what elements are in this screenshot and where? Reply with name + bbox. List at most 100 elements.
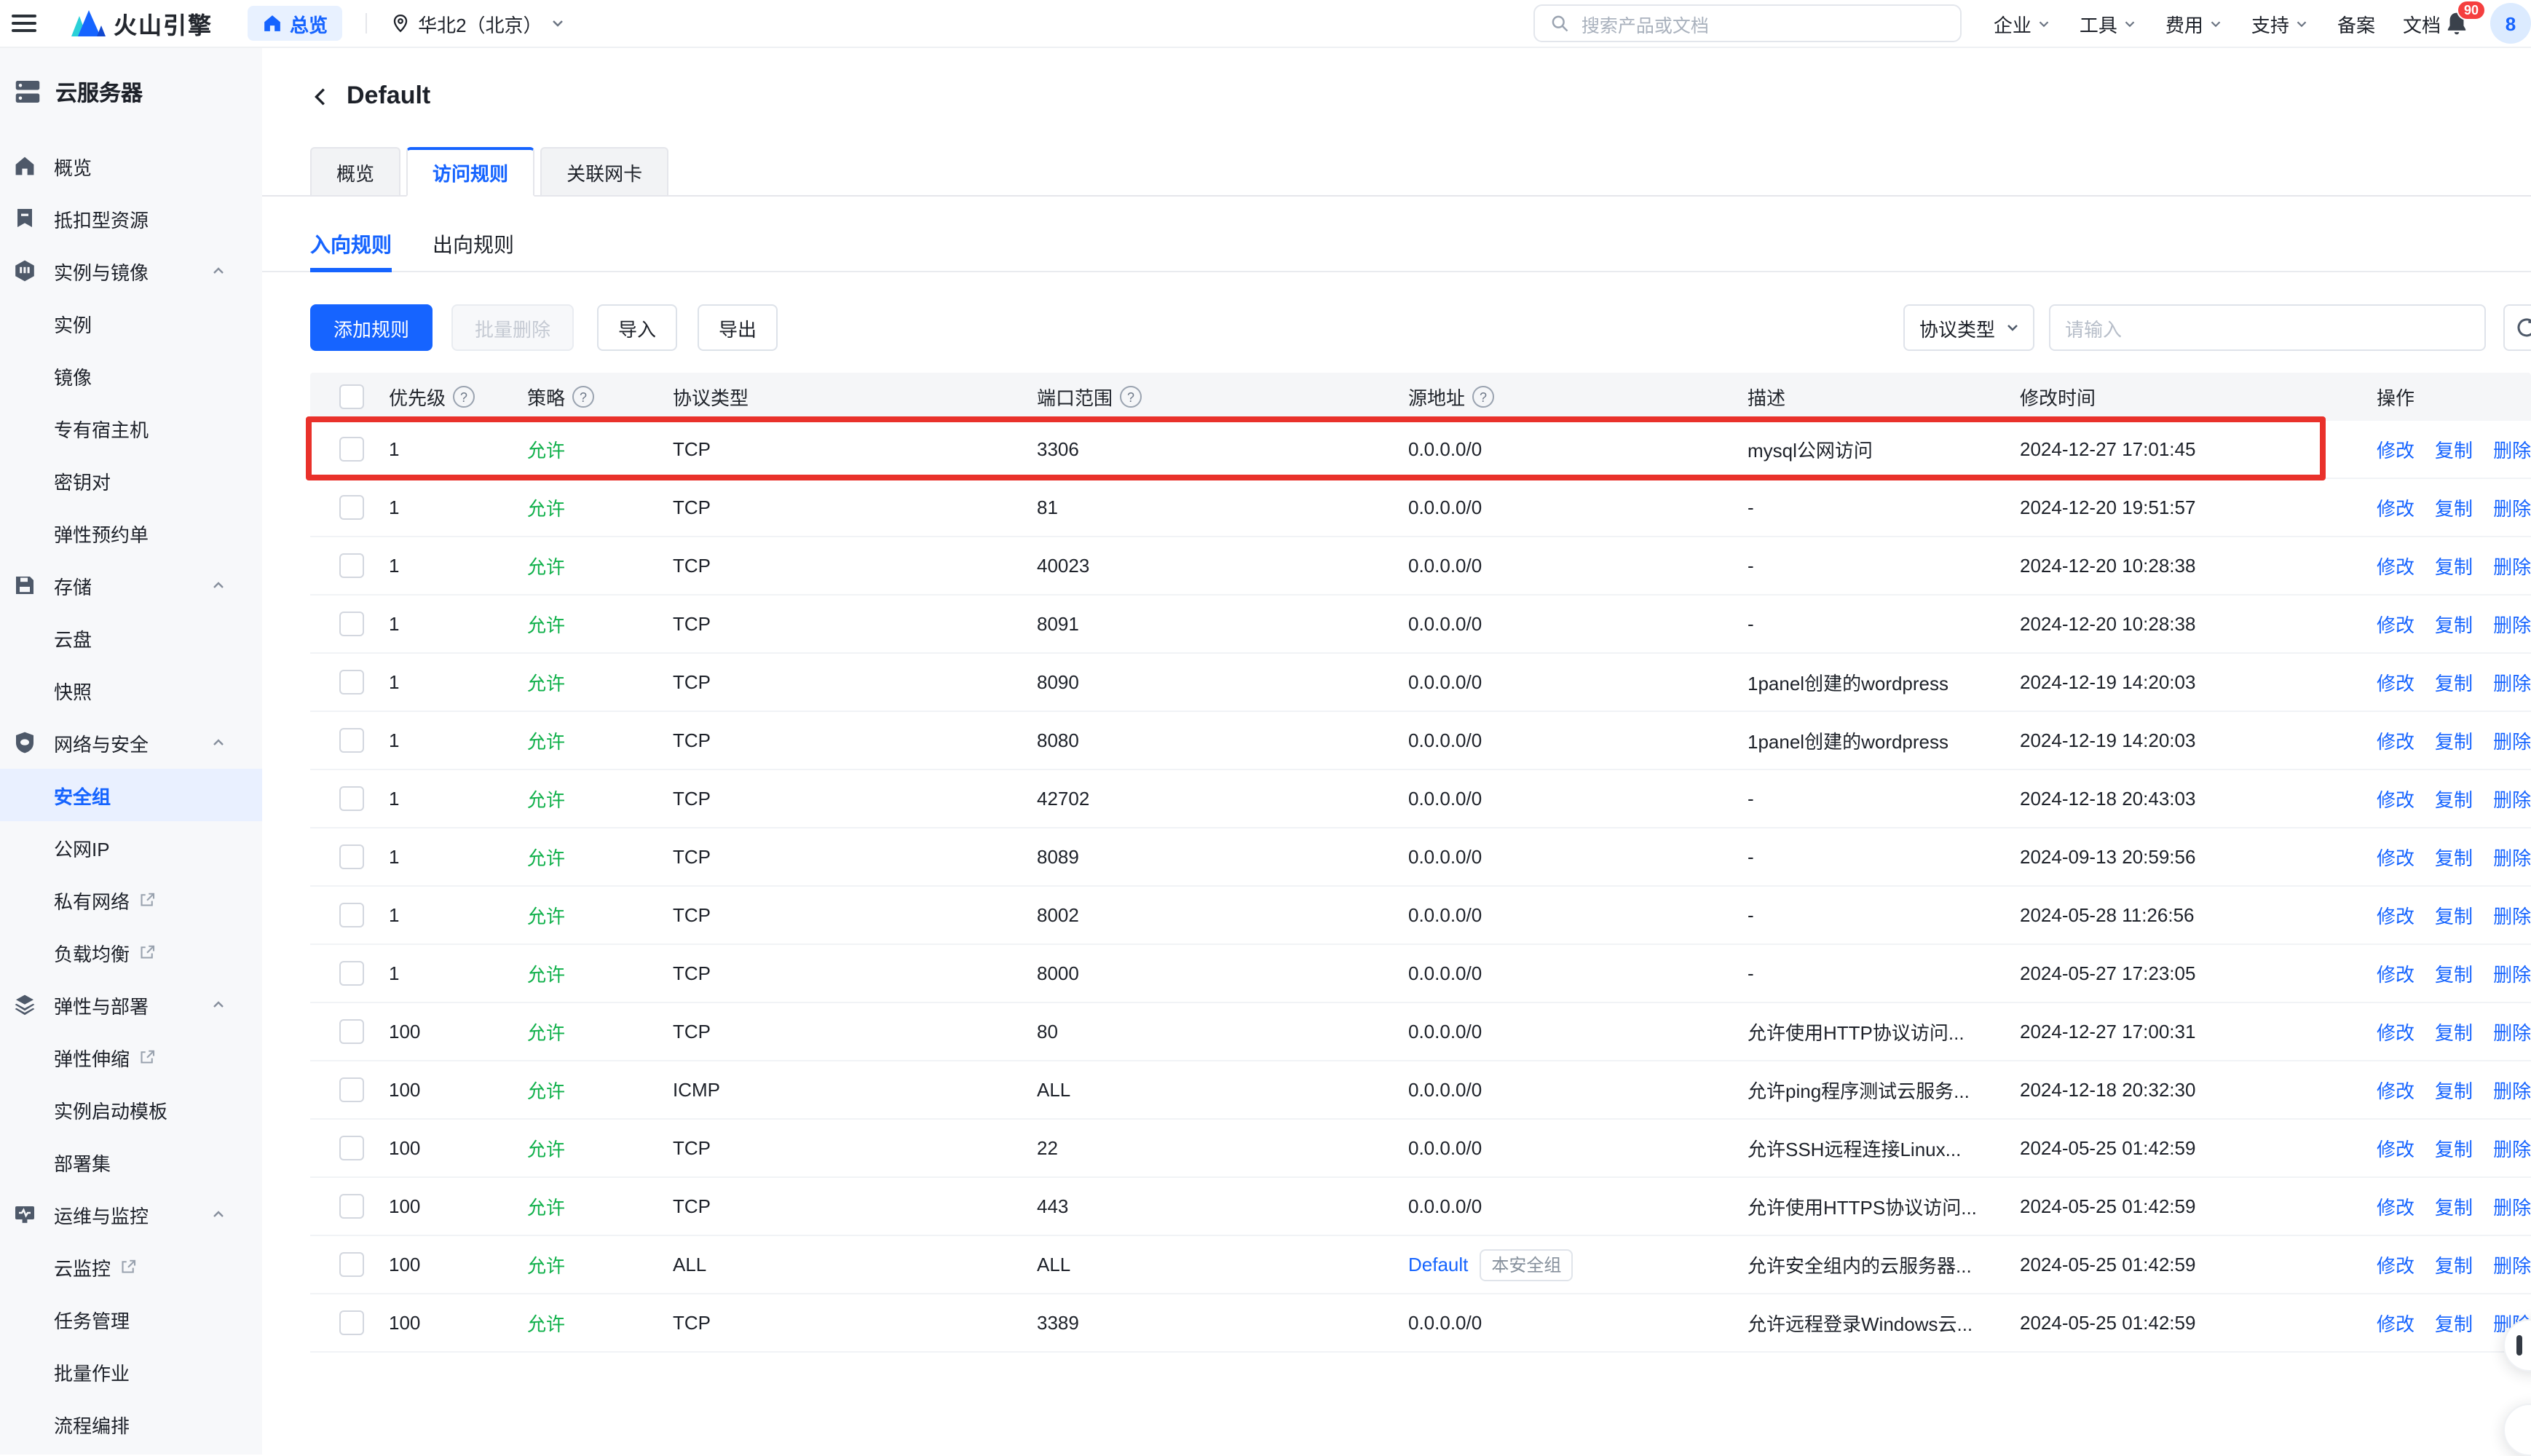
sidebar-item[interactable]: 概览 — [0, 140, 262, 192]
sidebar-item[interactable]: 私有网络 — [0, 874, 262, 926]
edit-link[interactable]: 修改 — [2377, 552, 2414, 579]
row-checkbox[interactable] — [339, 1252, 364, 1277]
copy-link[interactable]: 复制 — [2435, 1018, 2473, 1045]
sidebar-item[interactable]: 快照 — [0, 664, 262, 716]
sidebar-item[interactable]: 网络与安全 — [0, 716, 262, 769]
copy-link[interactable]: 复制 — [2435, 1134, 2473, 1162]
sidebar-item[interactable]: 部署集 — [0, 1136, 262, 1188]
refresh-button[interactable] — [2503, 304, 2531, 351]
import-button[interactable]: 导入 — [597, 304, 677, 351]
edit-link[interactable]: 修改 — [2377, 1134, 2414, 1162]
tab[interactable]: 概览 — [310, 147, 400, 197]
copy-link[interactable]: 复制 — [2435, 960, 2473, 987]
copy-link[interactable]: 复制 — [2435, 1309, 2473, 1337]
delete-link[interactable]: 删除 — [2493, 610, 2531, 638]
help-icon[interactable] — [1120, 386, 1142, 408]
row-checkbox[interactable] — [339, 495, 364, 520]
notifications-button[interactable]: 90 — [2444, 10, 2470, 36]
add-rule-button[interactable]: 添加规则 — [310, 304, 433, 351]
delete-link[interactable]: 删除 — [2493, 960, 2531, 987]
sidebar-item[interactable]: 运维与监控 — [0, 1188, 262, 1241]
sidebar-item[interactable]: 弹性伸缩 — [0, 1031, 262, 1083]
top-nav-item[interactable]: 企业 — [1994, 9, 2052, 37]
copy-link[interactable]: 复制 — [2435, 1251, 2473, 1278]
edit-link[interactable]: 修改 — [2377, 843, 2414, 871]
edit-link[interactable]: 修改 — [2377, 1192, 2414, 1220]
help-icon[interactable] — [1472, 386, 1494, 408]
row-checkbox[interactable] — [339, 1310, 364, 1335]
sidebar-item[interactable]: 负载均衡 — [0, 926, 262, 978]
edit-link[interactable]: 修改 — [2377, 435, 2414, 463]
sidebar-item[interactable]: 存储 — [0, 559, 262, 612]
copy-link[interactable]: 复制 — [2435, 435, 2473, 463]
sidebar-item[interactable]: 弹性与部署 — [0, 978, 262, 1031]
region-selector[interactable]: 华北2（北京） — [390, 9, 566, 37]
edit-link[interactable]: 修改 — [2377, 960, 2414, 987]
copy-link[interactable]: 复制 — [2435, 610, 2473, 638]
edit-link[interactable]: 修改 — [2377, 1309, 2414, 1337]
sidebar-item[interactable]: 实例 — [0, 297, 262, 349]
sidebar-item[interactable]: 批量作业 — [0, 1345, 262, 1398]
delete-link[interactable]: 删除 — [2493, 843, 2531, 871]
select-all-checkbox[interactable] — [339, 384, 364, 409]
edit-link[interactable]: 修改 — [2377, 785, 2414, 812]
hamburger-menu-icon[interactable] — [12, 14, 36, 33]
delete-link[interactable]: 删除 — [2493, 727, 2531, 754]
row-checkbox[interactable] — [339, 612, 364, 636]
sidebar-item[interactable]: 任务管理 — [0, 1293, 262, 1345]
sidebar-item[interactable]: 弹性预约单 — [0, 507, 262, 559]
row-checkbox[interactable] — [339, 437, 364, 462]
top-nav-item[interactable]: 费用 — [2165, 9, 2224, 37]
row-checkbox[interactable] — [339, 1136, 364, 1160]
edit-link[interactable]: 修改 — [2377, 494, 2414, 521]
global-search-input[interactable]: 搜索产品或文档 — [1533, 4, 1962, 42]
filter-input[interactable]: 请输入 — [2049, 304, 2486, 351]
batch-delete-button[interactable]: 批量删除 — [451, 304, 574, 351]
edit-link[interactable]: 修改 — [2377, 610, 2414, 638]
sidebar-item[interactable]: 流程编排 — [0, 1398, 262, 1450]
edit-link[interactable]: 修改 — [2377, 1018, 2414, 1045]
top-nav-item[interactable]: 文档 — [2403, 9, 2441, 37]
sidebar-item[interactable]: 云盘 — [0, 612, 262, 664]
top-nav-item[interactable]: 工具 — [2080, 9, 2138, 37]
delete-link[interactable]: 删除 — [2493, 901, 2531, 929]
row-checkbox[interactable] — [339, 728, 364, 753]
delete-link[interactable]: 删除 — [2493, 552, 2531, 579]
edit-link[interactable]: 修改 — [2377, 1251, 2414, 1278]
delete-link[interactable]: 删除 — [2493, 1018, 2531, 1045]
row-checkbox[interactable] — [339, 553, 364, 578]
row-checkbox[interactable] — [339, 903, 364, 927]
delete-link[interactable]: 删除 — [2493, 1192, 2531, 1220]
row-checkbox[interactable] — [339, 1194, 364, 1219]
row-checkbox[interactable] — [339, 961, 364, 986]
overview-button[interactable]: 总览 — [248, 6, 342, 41]
sidebar-item[interactable]: 专有宿主机 — [0, 402, 262, 454]
delete-link[interactable]: 删除 — [2493, 494, 2531, 521]
export-button[interactable]: 导出 — [698, 304, 778, 351]
edit-link[interactable]: 修改 — [2377, 727, 2414, 754]
copy-link[interactable]: 复制 — [2435, 552, 2473, 579]
sidebar-item[interactable]: 云监控 — [0, 1241, 262, 1293]
avatar[interactable]: 8 — [2490, 3, 2531, 44]
delete-link[interactable]: 删除 — [2493, 435, 2531, 463]
edit-link[interactable]: 修改 — [2377, 901, 2414, 929]
delete-link[interactable]: 删除 — [2493, 785, 2531, 812]
copy-link[interactable]: 复制 — [2435, 494, 2473, 521]
copy-link[interactable]: 复制 — [2435, 1076, 2473, 1104]
help-icon[interactable] — [572, 386, 594, 408]
row-checkbox[interactable] — [339, 1019, 364, 1044]
direction-tab[interactable]: 入向规则 — [310, 217, 392, 272]
sidebar-item[interactable]: 镜像 — [0, 349, 262, 402]
copy-link[interactable]: 复制 — [2435, 785, 2473, 812]
copy-link[interactable]: 复制 — [2435, 727, 2473, 754]
edit-link[interactable]: 修改 — [2377, 668, 2414, 696]
tab[interactable]: 访问规则 — [406, 147, 534, 197]
sidebar-item[interactable]: 实例与镜像 — [0, 245, 262, 297]
sidebar-item[interactable]: 密钥对 — [0, 454, 262, 507]
delete-link[interactable]: 删除 — [2493, 1134, 2531, 1162]
top-nav-item[interactable]: 备案 — [2337, 9, 2375, 37]
sidebar-item[interactable]: 实例启动模板 — [0, 1083, 262, 1136]
protocol-type-select[interactable]: 协议类型 — [1903, 304, 2034, 351]
edit-link[interactable]: 修改 — [2377, 1076, 2414, 1104]
sidebar-item[interactable]: 安全组 — [0, 769, 262, 821]
